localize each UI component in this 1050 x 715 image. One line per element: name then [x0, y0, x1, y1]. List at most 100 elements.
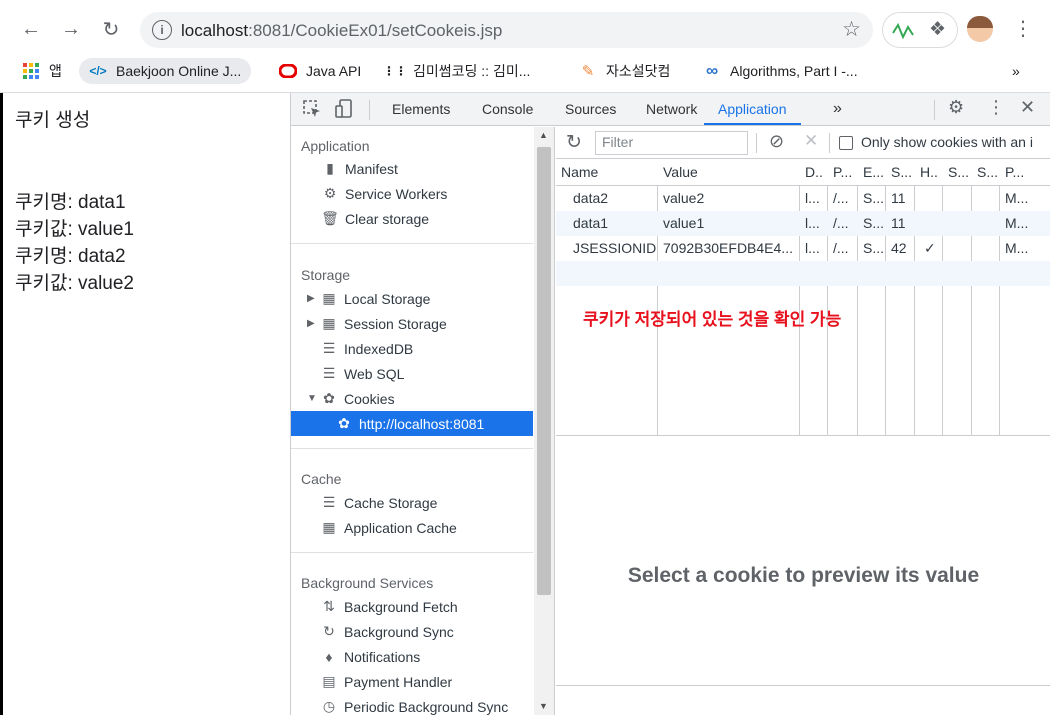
inspect-element-icon[interactable] [303, 100, 321, 118]
column-header[interactable]: E... [863, 160, 884, 185]
bookmark-algorithms[interactable]: ∞ Algorithms, Part I -... [703, 58, 858, 84]
sidebar-item-cookies[interactable]: ▼ ✿ Cookies [291, 386, 533, 411]
wave-extension-icon[interactable] [892, 21, 914, 41]
bookmark-java-api[interactable]: Java API [279, 58, 361, 84]
database-icon: ☰ [322, 494, 336, 510]
sidebar-item-background-sync[interactable]: ↻ Background Sync [291, 619, 533, 644]
application-sidebar: Application ▮ Manifest ⚙ Service Workers… [291, 127, 555, 715]
browser-chrome: ← → ↻ i localhost:8081/CookieEx01/setCoo… [0, 0, 1050, 93]
reload-icon[interactable]: ↻ [96, 14, 126, 44]
bookmark-baekjoon[interactable]: </> Baekjoon Online J... [79, 58, 252, 84]
tab-application[interactable]: Application [704, 93, 801, 125]
tab-elements[interactable]: Elements [392, 93, 450, 125]
column-header[interactable]: S... [948, 160, 969, 185]
refresh-icon[interactable]: ↻ [566, 131, 582, 154]
sidebar-item-periodic-background-sync[interactable]: ◷ Periodic Background Sync [291, 694, 533, 715]
cookie-name: data2 [573, 190, 609, 206]
cookie-path: /... [833, 215, 849, 231]
column-header[interactable]: H.. [920, 160, 938, 185]
sidebar-item-notifications[interactable]: ♦ Notifications [291, 644, 533, 669]
address-bar[interactable]: i localhost:8081/CookieEx01/setCookeis.j… [140, 12, 873, 48]
column-header[interactable]: Name [561, 160, 598, 185]
sidebar-scrollbar[interactable]: ▲ ▼ [534, 127, 554, 715]
tab-sources[interactable]: Sources [565, 93, 616, 125]
cookie-size: 42 [891, 240, 907, 256]
table-header: Name Value D.. P... E... S... H.. S... S… [556, 160, 1050, 186]
table-row[interactable]: data1 value1 l... /... S... 11 M... [556, 211, 1050, 236]
scroll-down-icon[interactable]: ▼ [539, 701, 548, 711]
sidebar-item-service-workers[interactable]: ⚙ Service Workers [291, 181, 533, 206]
device-toolbar-icon[interactable] [335, 99, 353, 119]
clear-all-icon[interactable]: ⊘ [769, 131, 784, 152]
filter-input[interactable]: Filter [595, 131, 748, 155]
cookie-table: Name Value D.. P... E... S... H.. S... S… [556, 160, 1050, 436]
column-header[interactable]: Value [663, 160, 698, 185]
cookie-expires: S... [863, 240, 885, 256]
sidebar-item-clear-storage[interactable]: 🗑 Clear storage [291, 206, 533, 231]
cookie-domain: l... [805, 190, 820, 206]
more-bookmarks-icon[interactable]: » [1012, 58, 1020, 84]
table-row[interactable]: data2 value2 l... /... S... 11 M... [556, 186, 1050, 211]
sidebar-item-background-fetch[interactable]: ⇅ Background Fetch [291, 594, 533, 619]
column-header[interactable]: P... [1005, 160, 1024, 185]
sidebar-item-cache-storage[interactable]: ☰ Cache Storage [291, 490, 533, 515]
tab-console[interactable]: Console [482, 93, 533, 125]
cookie-path: /... [833, 190, 849, 206]
more-tabs-icon[interactable]: » [833, 93, 842, 125]
bookmarks-bar: 앱 </> Baekjoon Online J... Java API ⋮⋮ 김… [0, 52, 1050, 88]
devtools-menu-icon[interactable]: ⋮ [987, 97, 1005, 118]
cookie-domain: l... [805, 215, 820, 231]
table-icon: ▦ [322, 519, 336, 535]
cookie-priority: M... [1005, 240, 1029, 256]
bookmark-kimmi[interactable]: ⋮⋮ 김미썸코딩 :: 김미... [383, 58, 530, 84]
expand-arrow-icon[interactable]: ▶ [307, 318, 319, 329]
scroll-up-icon[interactable]: ▲ [539, 130, 548, 140]
column-header[interactable]: D.. [805, 160, 823, 185]
sidebar-item-local-storage[interactable]: ▶ ▦ Local Storage [291, 286, 533, 311]
column-header[interactable]: P... [833, 160, 852, 185]
oracle-icon [279, 62, 297, 80]
infinity-icon: ∞ [705, 61, 719, 80]
sidebar-item-manifest[interactable]: ▮ Manifest [291, 156, 533, 181]
tab-network[interactable]: Network [646, 93, 697, 125]
forward-icon[interactable]: → [56, 14, 86, 44]
cookie-value: 7092B30EFDB4E4... [663, 240, 793, 256]
credit-card-icon: ▤ [322, 673, 336, 689]
bookmark-apps[interactable]: 앱 [22, 58, 62, 84]
panel-divider [556, 685, 1050, 686]
url-text[interactable]: localhost:8081/CookieEx01/setCookeis.jsp [181, 21, 502, 41]
sidebar-item-cookie-origin[interactable]: ✿ http://localhost:8081 [291, 411, 533, 436]
collapse-arrow-icon[interactable]: ▼ [307, 393, 319, 404]
bookmark-star-icon[interactable]: ☆ [842, 17, 861, 42]
column-header[interactable]: S... [891, 160, 912, 185]
cookie-httponly: ✓ [924, 240, 936, 256]
column-header[interactable]: S... [977, 160, 998, 185]
scrollbar-thumb[interactable] [537, 147, 551, 595]
cookie-expires: S... [863, 215, 885, 231]
sidebar-item-web-sql[interactable]: ☰ Web SQL [291, 361, 533, 386]
bookmark-jasoseol[interactable]: ✎ 자소설닷컴 [579, 58, 671, 84]
cookie-priority: M... [1005, 215, 1029, 231]
cookie-line: 쿠키값: value1 [15, 219, 134, 240]
delete-selected-icon[interactable]: ✕ [804, 131, 818, 151]
back-icon[interactable]: ← [16, 14, 46, 44]
cookie-name: JSESSIONID [573, 240, 657, 256]
cookie-size: 11 [891, 190, 906, 206]
gear-icon: ⚙ [323, 185, 337, 201]
avatar[interactable] [967, 16, 993, 42]
settings-gear-icon[interactable]: ⚙ [948, 97, 964, 118]
sidebar-item-session-storage[interactable]: ▶ ▦ Session Storage [291, 311, 533, 336]
puzzle-icon[interactable]: ❖ [929, 18, 946, 41]
only-issues-checkbox[interactable] [839, 136, 853, 150]
expand-arrow-icon[interactable]: ▶ [307, 293, 319, 304]
sidebar-item-payment-handler[interactable]: ▤ Payment Handler [291, 669, 533, 694]
apps-grid-icon [22, 62, 40, 80]
close-devtools-icon[interactable]: ✕ [1020, 97, 1035, 118]
trash-icon: 🗑 [321, 210, 339, 226]
table-row[interactable]: JSESSIONID 7092B30EFDB4E4... l... /... S… [556, 236, 1050, 261]
site-info-icon[interactable]: i [152, 20, 172, 40]
sidebar-item-indexeddb[interactable]: ☰ IndexedDB [291, 336, 533, 361]
cookie-toolbar: ↻ Filter ⊘ ✕ Only show cookies with an i [556, 127, 1050, 159]
sidebar-item-application-cache[interactable]: ▦ Application Cache [291, 515, 533, 540]
kebab-menu-icon[interactable]: ⋮ [1013, 16, 1033, 41]
